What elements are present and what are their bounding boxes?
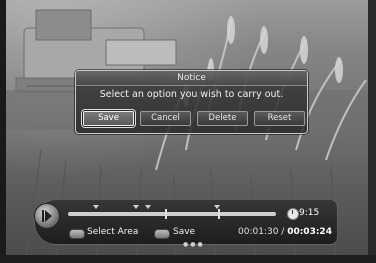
save-key-icon [154,229,170,239]
progress-track[interactable] [68,212,276,216]
elapsed-time: 00:01:30 [238,227,279,237]
bezel-bottom [0,255,376,263]
page-dots: ●●● [183,241,205,248]
cancel-button[interactable]: Cancel [140,111,191,126]
dialog-button-row: Save Cancel Delete Reset [83,111,305,126]
current-time: 9:15 [299,208,320,218]
marker-arrow-icon [145,205,151,209]
time-separator: / [278,227,288,237]
tv-screen: Notice Select an option you wish to carr… [0,0,376,263]
playback-time-readout: 00:01:30 / 00:03:24 [238,226,332,239]
select-area-key-icon [69,229,85,239]
total-time: 00:03:24 [287,227,332,237]
bezel-right [368,0,376,263]
segment-marker[interactable] [165,209,167,219]
clock-icon [287,208,299,220]
save-label[interactable]: Save [173,226,195,239]
play-glyph-icon [42,210,52,222]
delete-button[interactable]: Delete [197,111,248,126]
play-pause-icon[interactable] [34,203,60,229]
select-area-label[interactable]: Select Area [87,226,138,239]
save-button[interactable]: Save [83,111,134,126]
marker-arrow-icon [133,205,139,209]
reset-button[interactable]: Reset [254,111,305,126]
segment-marker[interactable] [218,209,220,219]
notice-dialog: Notice Select an option you wish to carr… [75,70,308,134]
dialog-title: Notice [76,71,307,86]
marker-arrow-icon [93,205,99,209]
dialog-message: Select an option you wish to carry out. [99,89,284,100]
